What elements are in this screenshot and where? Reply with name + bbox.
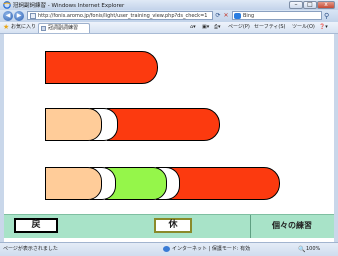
refresh-icon[interactable]: ⟳ xyxy=(214,12,222,20)
page-content: 戻 休 個々の練習 xyxy=(4,34,334,242)
forward-button[interactable]: ▶ xyxy=(14,11,24,21)
individual-practice-button[interactable]: 個々の練習 xyxy=(254,220,330,232)
help-icon[interactable]: ❓▾ xyxy=(319,24,328,31)
peach-segment-row3[interactable] xyxy=(45,167,102,200)
minimize-button[interactable]: – xyxy=(289,1,303,9)
tools-menu[interactable]: ツール(O) xyxy=(292,24,315,31)
window-title: 冠詞副詞練習 - Windows Internet Explorer xyxy=(13,3,125,9)
internet-zone-icon xyxy=(163,246,170,252)
url-text: http://fonis.aromo.jp/fonis/light/user_t… xyxy=(38,13,208,19)
address-bar: ◀ ▶ http://fonis.aromo.jp/fonis/light/us… xyxy=(0,10,338,22)
rest-button[interactable]: 休 xyxy=(154,218,192,233)
status-bar: ページが表示されました インターネット | 保護モード: 有効 🔍 100% xyxy=(0,242,338,256)
bing-logo-icon xyxy=(234,13,241,19)
search-placeholder: Bing xyxy=(243,13,255,19)
toolbar-divider xyxy=(250,215,251,238)
safety-menu[interactable]: セーフティ(S) xyxy=(254,24,285,31)
tab-page-icon xyxy=(41,26,46,31)
peach-segment-row2[interactable] xyxy=(45,108,102,141)
red-segment-row3[interactable] xyxy=(165,167,280,200)
favorites-button[interactable]: お気に入り xyxy=(11,24,36,31)
page-menu[interactable]: ページ(P) xyxy=(228,24,250,31)
favorites-bar: ★ お気に入り 冠詞副詞練習 ⌂▾ ▣▾ ⎙▾ ページ(P) セーフティ(S) … xyxy=(0,22,338,34)
tab-current[interactable]: 冠詞副詞練習 xyxy=(38,23,90,33)
url-field[interactable]: http://fonis.aromo.jp/fonis/light/user_t… xyxy=(27,11,213,20)
security-zone[interactable]: インターネット | 保護モード: 有効 xyxy=(172,246,250,253)
bottom-toolbar: 戻 休 個々の練習 xyxy=(4,214,334,238)
search-icon[interactable]: ⚲ xyxy=(324,12,329,20)
search-input[interactable]: Bing xyxy=(232,11,322,20)
maximize-button[interactable]: □ xyxy=(303,1,317,9)
page-favicon-icon xyxy=(30,13,36,19)
red-segment-row1[interactable] xyxy=(45,51,158,84)
zoom-icon[interactable]: 🔍 xyxy=(298,246,305,253)
print-icon[interactable]: ⎙▾ xyxy=(214,24,221,31)
tab-label: 冠詞副詞練習 xyxy=(48,25,79,31)
favorites-star-icon[interactable]: ★ xyxy=(3,23,9,32)
close-button[interactable]: x xyxy=(317,1,335,9)
ie-logo-icon xyxy=(3,1,11,9)
red-segment-row2[interactable] xyxy=(107,108,220,141)
title-bar: 冠詞副詞練習 - Windows Internet Explorer – □ x xyxy=(0,0,338,10)
zoom-level[interactable]: 100% xyxy=(306,246,320,253)
stop-icon[interactable]: ✕ xyxy=(222,12,230,20)
home-icon[interactable]: ⌂▾ xyxy=(190,24,196,31)
back-button[interactable]: ◀ xyxy=(3,11,13,21)
feeds-icon[interactable]: ▣▾ xyxy=(202,24,209,31)
back-page-button[interactable]: 戻 xyxy=(14,218,58,233)
status-text: ページが表示されました xyxy=(3,246,58,252)
